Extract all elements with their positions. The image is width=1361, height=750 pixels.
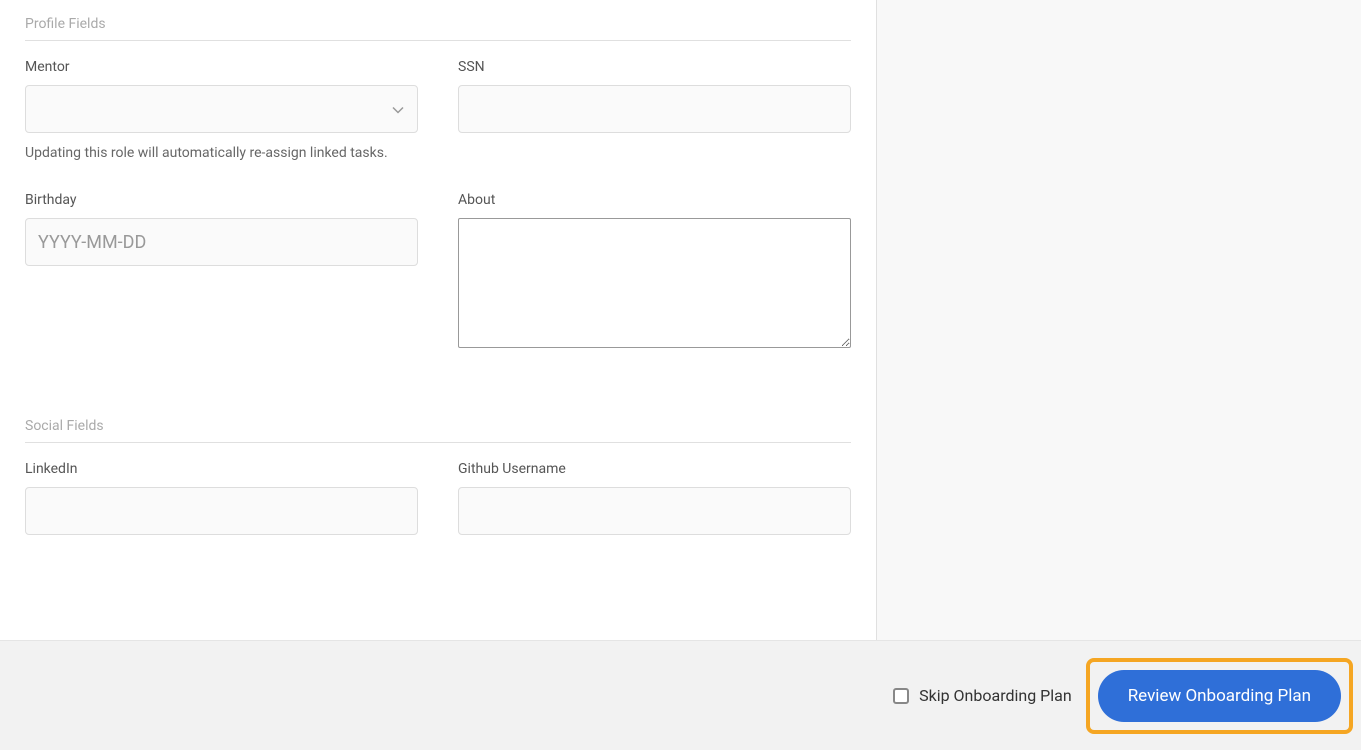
- profile-fields-header: Profile Fields: [25, 0, 851, 41]
- mentor-group: Mentor Updating this role will automatic…: [25, 59, 418, 164]
- github-input[interactable]: [458, 487, 851, 535]
- about-textarea[interactable]: [458, 218, 851, 348]
- about-label: About: [458, 192, 851, 208]
- linkedin-label: LinkedIn: [25, 461, 418, 477]
- linkedin-input[interactable]: [25, 487, 418, 535]
- linkedin-group: LinkedIn: [25, 461, 418, 535]
- social-fields-header: Social Fields: [25, 402, 851, 443]
- review-button-highlight: Review Onboarding Plan: [1086, 658, 1353, 734]
- about-group: About: [458, 192, 851, 352]
- github-label: Github Username: [458, 461, 851, 477]
- github-group: Github Username: [458, 461, 851, 535]
- review-onboarding-button[interactable]: Review Onboarding Plan: [1098, 670, 1341, 722]
- birthday-input[interactable]: [25, 218, 418, 266]
- birthday-group: Birthday: [25, 192, 418, 352]
- mentor-label: Mentor: [25, 59, 418, 75]
- ssn-group: SSN: [458, 59, 851, 164]
- footer-bar: Skip Onboarding Plan Review Onboarding P…: [0, 640, 1361, 750]
- mentor-select[interactable]: [25, 85, 418, 133]
- skip-onboarding-checkbox[interactable]: [893, 688, 909, 704]
- ssn-input[interactable]: [458, 85, 851, 133]
- birthday-label: Birthday: [25, 192, 418, 208]
- side-panel: [877, 0, 1361, 640]
- mentor-help-text: Updating this role will automatically re…: [25, 143, 418, 164]
- ssn-label: SSN: [458, 59, 851, 75]
- form-panel: Profile Fields Mentor Updating this role…: [0, 0, 877, 640]
- skip-onboarding-label[interactable]: Skip Onboarding Plan: [919, 686, 1072, 705]
